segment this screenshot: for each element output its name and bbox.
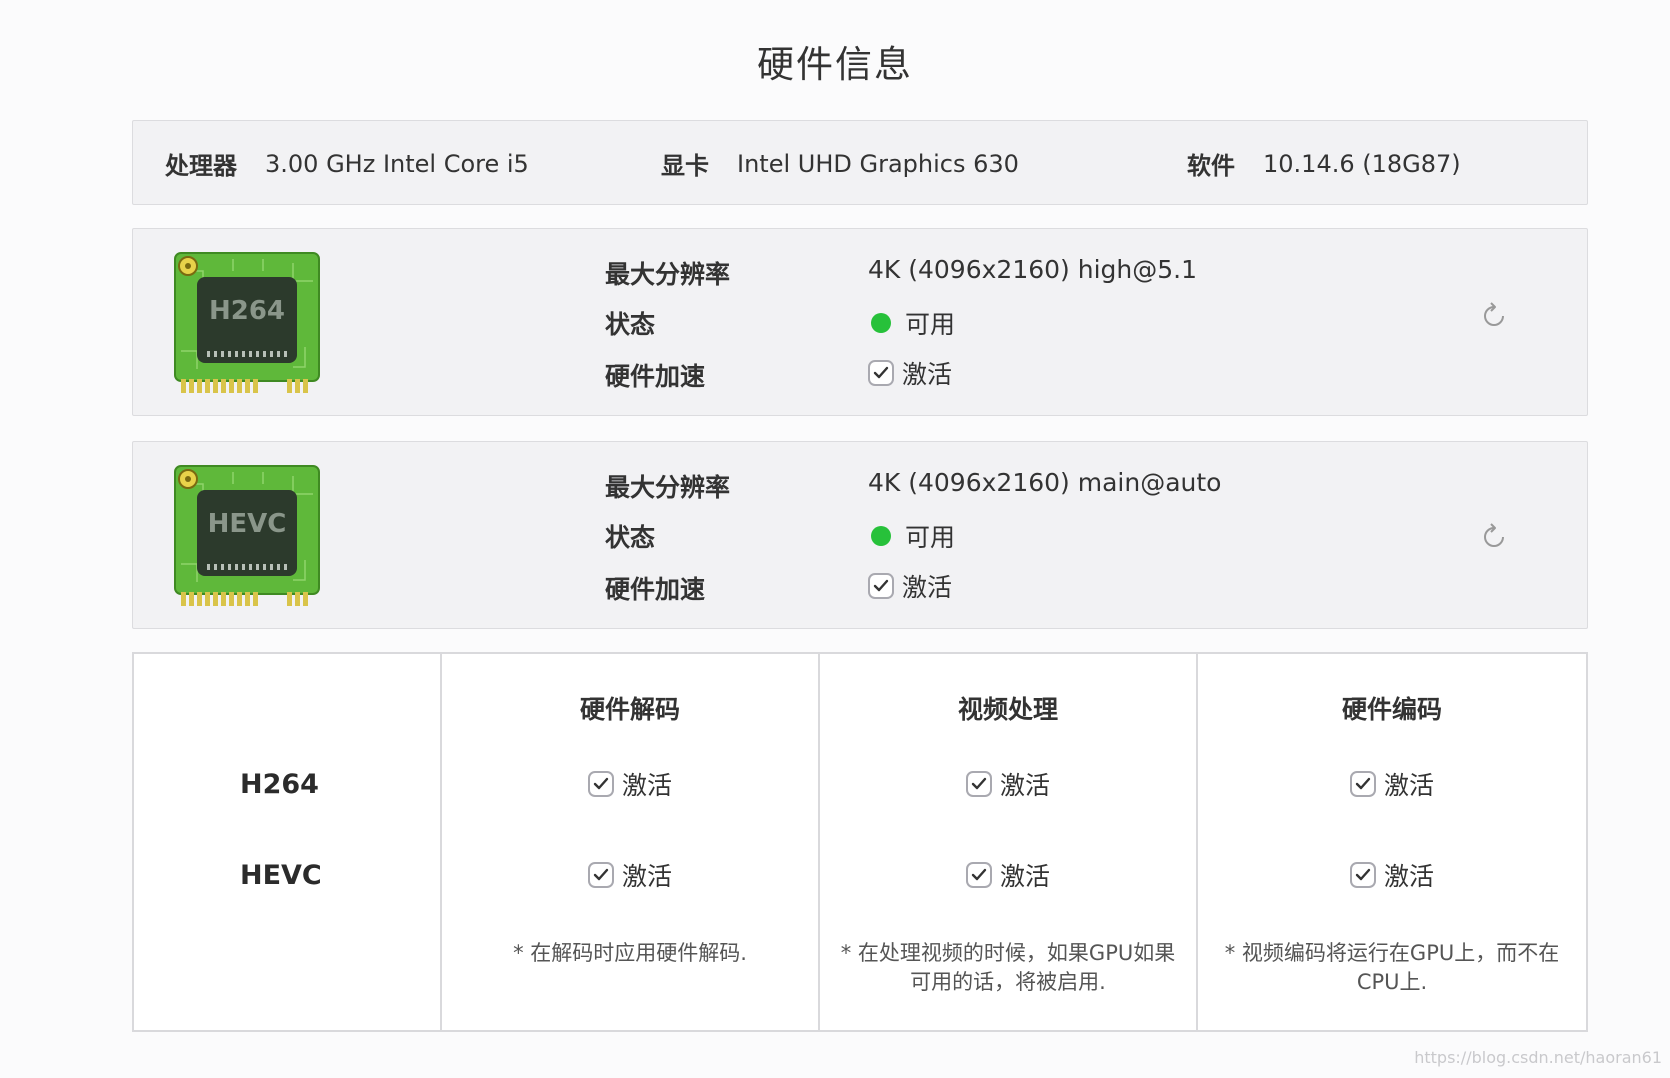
status-row: 可用 (868, 305, 955, 341)
column-hw-encode: 硬件编码 激活 激活 * 视频编码将运行在GPU上，而不在CPU上. (1198, 654, 1586, 1030)
matrix-cell-label: 激活 (999, 862, 1050, 891)
column-hw-decode: 硬件解码 激活 激活 * 在解码时应用硬件解码. (442, 654, 820, 1030)
row-name-hevc: HEVC (240, 860, 322, 891)
codec-panel-hevc: HEVC 最大分辨率 4K (4096x2160) main@auto 状态 可… (132, 441, 1588, 629)
codec-panel-h264: H264 最大分辨率 4K (4096x2160) high@5.1 状态 可用… (132, 228, 1588, 416)
checkmark-icon[interactable] (965, 771, 992, 797)
checkmark-icon[interactable] (868, 360, 894, 386)
software-label: 软件 (1187, 152, 1235, 180)
matrix-checkbox[interactable]: 激活 (442, 766, 818, 802)
checkmark-icon[interactable] (868, 573, 894, 599)
software-value: 10.14.6 (18G87) (1263, 149, 1461, 178)
matrix-cell-label: 激活 (621, 771, 672, 800)
page-title: 硬件信息 (757, 43, 913, 86)
row-names-column: H264 HEVC (134, 654, 442, 1030)
column-note: * 在处理视频的时候，如果GPU如果可用的话，将被启用. (840, 941, 1176, 994)
chip-icon: HEVC (174, 465, 320, 606)
max-resolution-value: 4K (4096x2160) high@5.1 (868, 255, 1198, 284)
hw-accel-value: 激活 (902, 360, 953, 389)
system-info-panel: 处理器 3.00 GHz Intel Core i5 显卡 Intel UHD … (132, 120, 1588, 205)
checkmark-icon[interactable] (1349, 862, 1376, 888)
matrix-cell-label: 激活 (1383, 771, 1434, 800)
checkmark-icon[interactable] (587, 771, 614, 797)
column-note: * 视频编码将运行在GPU上，而不在CPU上. (1224, 941, 1560, 994)
software-info: 软件 10.14.6 (18G87) (1187, 121, 1461, 206)
feature-matrix-table: H264 HEVC 硬件解码 激活 激活 * 在解码时应用硬件解码. 视频处理 … (132, 652, 1588, 1032)
max-resolution-label: 最大分辨率 (605, 473, 731, 502)
matrix-cell-label: 激活 (1383, 862, 1434, 891)
column-note: * 在解码时应用硬件解码. (513, 941, 747, 965)
column-header: 硬件解码 (579, 695, 680, 724)
matrix-checkbox[interactable]: 激活 (820, 766, 1196, 802)
chip-label: HEVC (208, 509, 287, 539)
status-label: 状态 (605, 310, 656, 339)
chip-label: H264 (209, 296, 285, 326)
matrix-checkbox[interactable]: 激活 (442, 857, 818, 893)
chip-icon: H264 (174, 252, 320, 393)
column-header: 视频处理 (957, 695, 1058, 724)
row-name-h264: H264 (240, 769, 319, 800)
refresh-icon[interactable] (1479, 522, 1509, 552)
status-row: 可用 (868, 518, 955, 554)
matrix-checkbox[interactable]: 激活 (820, 857, 1196, 893)
hw-accel-label: 硬件加速 (605, 362, 706, 391)
cpu-info: 处理器 3.00 GHz Intel Core i5 (165, 121, 529, 206)
gpu-value: Intel UHD Graphics 630 (737, 149, 1019, 178)
watermark: https://blog.csdn.net/haoran61 (1414, 1048, 1662, 1067)
matrix-cell-label: 激活 (999, 771, 1050, 800)
refresh-icon[interactable] (1479, 301, 1509, 331)
checkmark-icon[interactable] (587, 862, 614, 888)
hw-accel-label: 硬件加速 (605, 575, 706, 604)
max-resolution-label: 最大分辨率 (605, 260, 731, 289)
status-value: 可用 (905, 310, 956, 339)
cpu-label: 处理器 (165, 152, 237, 180)
matrix-checkbox[interactable]: 激活 (1198, 857, 1586, 893)
status-dot-icon (871, 313, 891, 333)
gpu-info: 显卡 Intel UHD Graphics 630 (661, 121, 1019, 206)
column-video-processing: 视频处理 激活 激活 * 在处理视频的时候，如果GPU如果可用的话，将被启用. (820, 654, 1198, 1030)
max-resolution-value: 4K (4096x2160) main@auto (868, 468, 1222, 497)
hw-accel-value: 激活 (902, 573, 953, 602)
matrix-checkbox[interactable]: 激活 (1198, 766, 1586, 802)
checkmark-icon[interactable] (965, 862, 992, 888)
checkmark-icon[interactable] (1349, 771, 1376, 797)
cpu-value: 3.00 GHz Intel Core i5 (265, 149, 529, 178)
gpu-label: 显卡 (661, 152, 709, 180)
status-value: 可用 (905, 523, 956, 552)
hw-accel-checkbox[interactable]: 激活 (868, 568, 952, 604)
column-header: 硬件编码 (1341, 695, 1442, 724)
matrix-cell-label: 激活 (621, 862, 672, 891)
hw-accel-checkbox[interactable]: 激活 (868, 355, 952, 391)
status-dot-icon (871, 526, 891, 546)
status-label: 状态 (605, 523, 656, 552)
